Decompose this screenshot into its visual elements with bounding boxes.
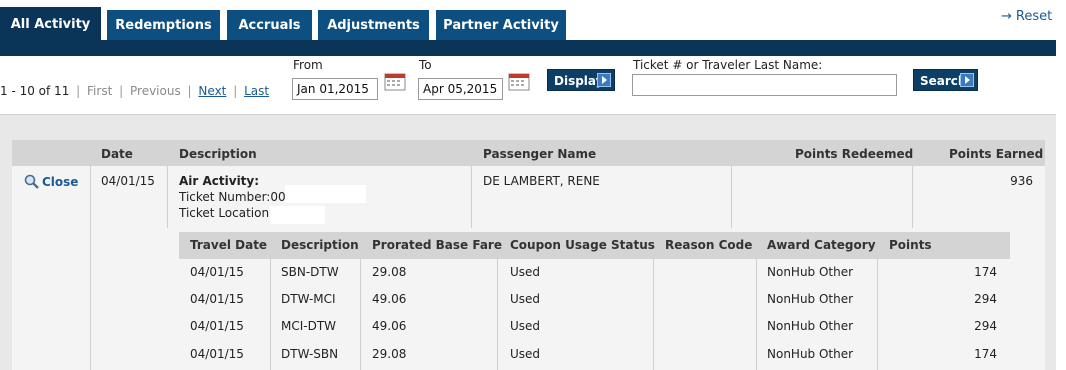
seg-col-coupon-status: Coupon Usage Status — [510, 238, 655, 252]
search-button[interactable]: Search — [913, 69, 978, 91]
divider — [497, 259, 498, 370]
pager-last-link[interactable]: Last — [244, 84, 269, 98]
divider — [270, 259, 271, 370]
divider — [653, 259, 654, 370]
divider — [360, 259, 361, 370]
segments-header: Travel Date Description Prorated Base Fa… — [179, 232, 1010, 259]
seg-status: Used — [510, 319, 541, 333]
seg-fare: 49.06 — [372, 319, 407, 333]
calendar-icon[interactable] — [384, 73, 406, 91]
seg-date: 04/01/15 — [190, 319, 244, 333]
seg-category: NonHub Other — [767, 292, 854, 306]
row-date: 04/01/15 — [101, 174, 155, 188]
chevron-right-icon — [960, 73, 974, 87]
seg-points: 294 — [974, 319, 997, 333]
seg-col-description: Description — [281, 238, 359, 252]
calendar-icon[interactable] — [508, 73, 530, 91]
close-row-link[interactable]: Close — [24, 174, 78, 189]
seg-col-travel-date: Travel Date — [190, 238, 268, 252]
reset-link[interactable]: → Reset — [1001, 9, 1052, 24]
divider — [90, 166, 91, 370]
redacted-block — [270, 206, 325, 224]
from-label: From — [293, 58, 323, 72]
divider — [167, 166, 168, 228]
results-header: Date Description Passenger Name Points R… — [12, 140, 1045, 166]
col-passenger: Passenger Name — [483, 147, 597, 161]
tab-partner-activity[interactable]: Partner Activity — [436, 10, 566, 41]
seg-status: Used — [510, 292, 541, 306]
seg-category: NonHub Other — [767, 265, 854, 279]
divider — [471, 166, 472, 228]
divider — [877, 259, 878, 370]
seg-col-reason-code: Reason Code — [665, 238, 753, 252]
seg-points: 174 — [974, 347, 997, 361]
pager-separator: | — [233, 84, 238, 98]
seg-date: 04/01/15 — [190, 347, 244, 361]
pager-separator: | — [119, 84, 124, 98]
seg-date: 04/01/15 — [190, 292, 244, 306]
pager-summary: 1 - 10 of 11 — [0, 84, 70, 98]
tab-accruals[interactable]: Accruals — [227, 10, 312, 41]
chevron-right-icon — [597, 73, 611, 87]
seg-col-award-category: Award Category — [767, 238, 876, 252]
ticket-location-label: Ticket Location: — [179, 206, 274, 220]
reset-label: Reset — [1015, 9, 1053, 24]
seg-points: 174 — [974, 265, 997, 279]
divider — [756, 259, 757, 370]
seg-description: DTW-MCI — [281, 292, 336, 306]
redacted-block — [285, 185, 366, 203]
pager-separator: | — [76, 84, 81, 98]
close-label: Close — [42, 175, 79, 189]
col-points-redeemed: Points Redeemed — [795, 147, 914, 161]
ticket-number-label: Ticket Number: — [179, 190, 271, 204]
search-label: Ticket # or Traveler Last Name: — [633, 58, 823, 72]
passenger-name: DE LAMBERT, RENE — [483, 174, 600, 188]
col-description: Description — [179, 147, 257, 161]
seg-status: Used — [510, 347, 541, 361]
seg-description: SBN-DTW — [281, 265, 339, 279]
points-earned: 936 — [1010, 174, 1033, 188]
pager-first: First — [87, 84, 113, 98]
tab-underline — [0, 40, 1056, 56]
seg-col-points: Points — [889, 238, 932, 252]
divider — [912, 166, 913, 228]
activity-tabs: All Activity Redemptions Accruals Adjust… — [0, 0, 1066, 56]
pager-previous: Previous — [130, 84, 181, 98]
pager: 1 - 10 of 11 | First | Previous | Next |… — [0, 84, 269, 98]
col-date: Date — [101, 147, 133, 161]
ticket-number: Ticket Number:006 — [179, 190, 293, 204]
magnifier-icon — [24, 174, 39, 189]
seg-description: DTW-SBN — [281, 347, 339, 361]
seg-fare: 29.08 — [372, 265, 407, 279]
from-date-field[interactable]: Jan 01,2015 — [292, 78, 378, 100]
divider — [731, 166, 732, 228]
search-input[interactable] — [632, 74, 897, 96]
pager-separator: | — [187, 84, 192, 98]
to-label: To — [419, 58, 432, 72]
seg-col-fare: Prorated Base Fare — [372, 238, 502, 252]
seg-fare: 49.06 — [372, 292, 407, 306]
display-button[interactable]: Display — [547, 69, 615, 91]
pager-next-link[interactable]: Next — [198, 84, 226, 98]
arrow-right-icon: → — [1001, 9, 1012, 24]
seg-date: 04/01/15 — [190, 265, 244, 279]
seg-category: NonHub Other — [767, 347, 854, 361]
seg-description: MCI-DTW — [281, 319, 337, 333]
tab-adjustments[interactable]: Adjustments — [318, 10, 429, 41]
seg-category: NonHub Other — [767, 319, 854, 333]
tab-all-activity[interactable]: All Activity — [0, 7, 101, 41]
activity-title: Air Activity: — [179, 174, 260, 188]
seg-status: Used — [510, 265, 541, 279]
col-points-earned: Points Earned — [949, 147, 1044, 161]
tab-redemptions[interactable]: Redemptions — [107, 10, 220, 41]
seg-fare: 29.08 — [372, 347, 407, 361]
seg-points: 294 — [974, 292, 997, 306]
to-date-field[interactable]: Apr 05,2015 — [418, 78, 503, 100]
